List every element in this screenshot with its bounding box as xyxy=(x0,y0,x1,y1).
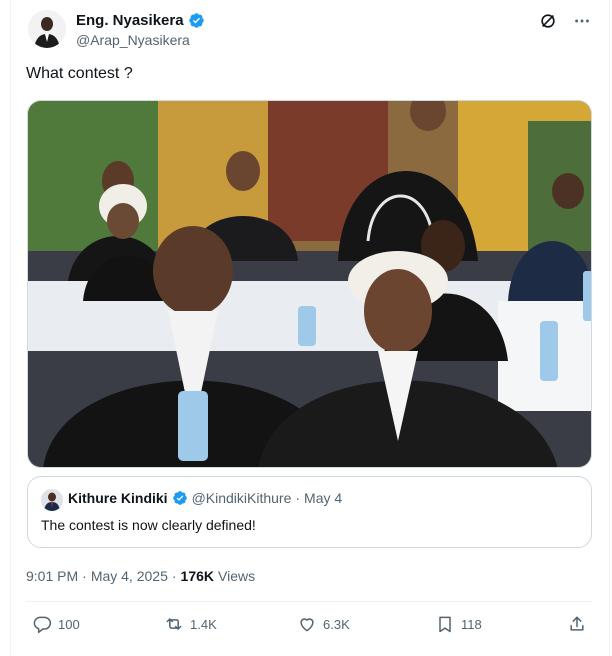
grok-icon[interactable] xyxy=(538,11,558,31)
quote-author-handle[interactable]: @KindikiKithure xyxy=(192,490,292,506)
repost-count: 1.4K xyxy=(190,616,217,632)
share-button[interactable] xyxy=(567,614,587,634)
tweet-time[interactable]: 9:01 PM xyxy=(26,568,78,584)
meta-separator: · xyxy=(82,568,87,584)
share-icon xyxy=(570,616,584,631)
like-count: 6.3K xyxy=(323,616,350,632)
action-bar: 100 1.4K 6.3K 118 xyxy=(32,614,588,634)
views-label: Views xyxy=(218,568,256,584)
verified-badge-icon xyxy=(188,12,204,28)
author-block: Eng. Nyasikera @Arap_Nyasikera xyxy=(76,10,205,48)
like-icon xyxy=(300,618,314,632)
quoted-tweet[interactable]: Kithure Kindiki @KindikiKithure · May 4 … xyxy=(27,476,592,548)
bookmark-icon xyxy=(439,616,451,633)
reply-count: 100 xyxy=(58,616,80,632)
tweet-text: What contest ? xyxy=(26,65,133,82)
tweet-meta: 9:01 PM · May 4, 2025 · 176K Views xyxy=(26,568,255,584)
bookmark-button[interactable]: 118 xyxy=(435,614,567,634)
repost-icon xyxy=(166,618,182,630)
quote-avatar[interactable] xyxy=(41,489,63,511)
reply-button[interactable]: 100 xyxy=(32,614,164,634)
views-count: 176K xyxy=(180,568,215,584)
quote-text: The contest is now clearly defined! xyxy=(41,517,256,533)
author-avatar[interactable] xyxy=(28,10,66,48)
reply-icon xyxy=(33,616,52,634)
bookmark-count: 118 xyxy=(461,616,482,632)
verified-badge-icon xyxy=(172,491,187,505)
tweet-photo[interactable] xyxy=(27,100,592,468)
author-name[interactable]: Eng. Nyasikera xyxy=(76,12,184,29)
like-button[interactable]: 6.3K xyxy=(297,614,435,634)
divider xyxy=(26,601,592,602)
tweet-date[interactable]: May 4, 2025 xyxy=(91,568,168,584)
quote-author-name[interactable]: Kithure Kindiki xyxy=(68,490,168,506)
meta-separator: · xyxy=(171,568,177,584)
quote-dot: · xyxy=(295,490,301,506)
author-handle[interactable]: @Arap_Nyasikera xyxy=(76,32,205,48)
repost-button[interactable]: 1.4K xyxy=(164,614,297,634)
more-icon[interactable] xyxy=(572,11,592,31)
quote-date[interactable]: May 4 xyxy=(304,490,342,506)
